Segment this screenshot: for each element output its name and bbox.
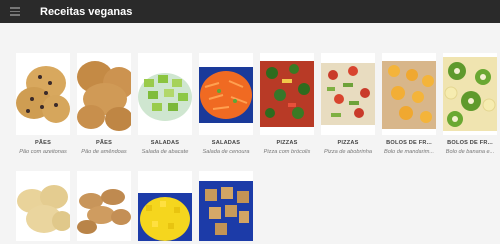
recipe-name: Pão com azeitonas (19, 149, 67, 155)
recipe-category: PÃES (34, 140, 52, 146)
recipe-image-banana-kiwi-cake (443, 53, 497, 135)
recipe-category: SALADAS (150, 140, 180, 146)
recipe-name: Salada de cenoura (202, 149, 250, 155)
recipe-image-broccoli-pizza (260, 53, 314, 135)
recipe-card[interactable]: PÃES Pão de amêndoas (77, 53, 131, 157)
recipe-name: Salada de abacate (141, 149, 189, 155)
recipe-category: SALADAS (211, 140, 241, 146)
recipe-image-avocado-salad (138, 53, 192, 135)
recipe-image-zucchini-pizza (321, 53, 375, 135)
recipe-image-mandarin-cake (382, 53, 436, 135)
recipe-image-carrot-salad (199, 53, 253, 135)
recipe-card[interactable]: PIZZAS Pizza de abobrinha (321, 53, 375, 157)
hamburger-menu-icon[interactable] (0, 0, 30, 23)
recipe-card[interactable] (138, 171, 192, 241)
recipe-image-corn-bowl (138, 171, 192, 241)
recipe-image-olive-bread (16, 53, 70, 135)
recipe-category: BOLOS DE FR... (447, 140, 493, 146)
recipe-card[interactable] (16, 171, 70, 241)
recipe-name: Pizza com brócolis (263, 149, 311, 155)
recipe-grid-container: PÃES Pão com azeitonas PÃES Pão de amênd… (0, 23, 500, 244)
recipe-image-tofu-bowl (199, 171, 253, 241)
recipe-card[interactable]: PÃES Pão com azeitonas (16, 53, 70, 157)
app-bar: Receitas veganas (0, 0, 500, 23)
recipe-card[interactable] (199, 171, 253, 241)
recipe-card[interactable]: PIZZAS Pizza com brócolis (260, 53, 314, 157)
recipe-name: Pão de amêndoas (81, 149, 127, 155)
recipe-category: BOLOS DE FR... (386, 140, 432, 146)
page-title: Receitas veganas (40, 5, 133, 18)
recipe-category: PÃES (95, 140, 113, 146)
recipe-category: PIZZAS (276, 140, 298, 146)
recipe-name: Pizza de abobrinha (324, 149, 372, 155)
recipe-name: Bolo de mandarim... (383, 149, 435, 155)
recipe-card[interactable]: SALADAS Salada de cenoura (199, 53, 253, 157)
recipe-image-cookies (77, 171, 131, 241)
recipe-image-buns (16, 171, 70, 241)
recipe-category: PIZZAS (337, 140, 359, 146)
recipe-card[interactable] (77, 171, 131, 241)
recipe-image-almond-bread (77, 53, 131, 135)
recipe-name: Bolo de banana e... (445, 149, 495, 155)
recipe-card[interactable]: BOLOS DE FR... Bolo de mandarim... (382, 53, 436, 157)
recipe-card[interactable]: SALADAS Salada de abacate (138, 53, 192, 157)
recipe-card[interactable]: BOLOS DE FR... Bolo de banana e... (443, 53, 497, 157)
recipe-grid: PÃES Pão com azeitonas PÃES Pão de amênd… (16, 53, 497, 241)
